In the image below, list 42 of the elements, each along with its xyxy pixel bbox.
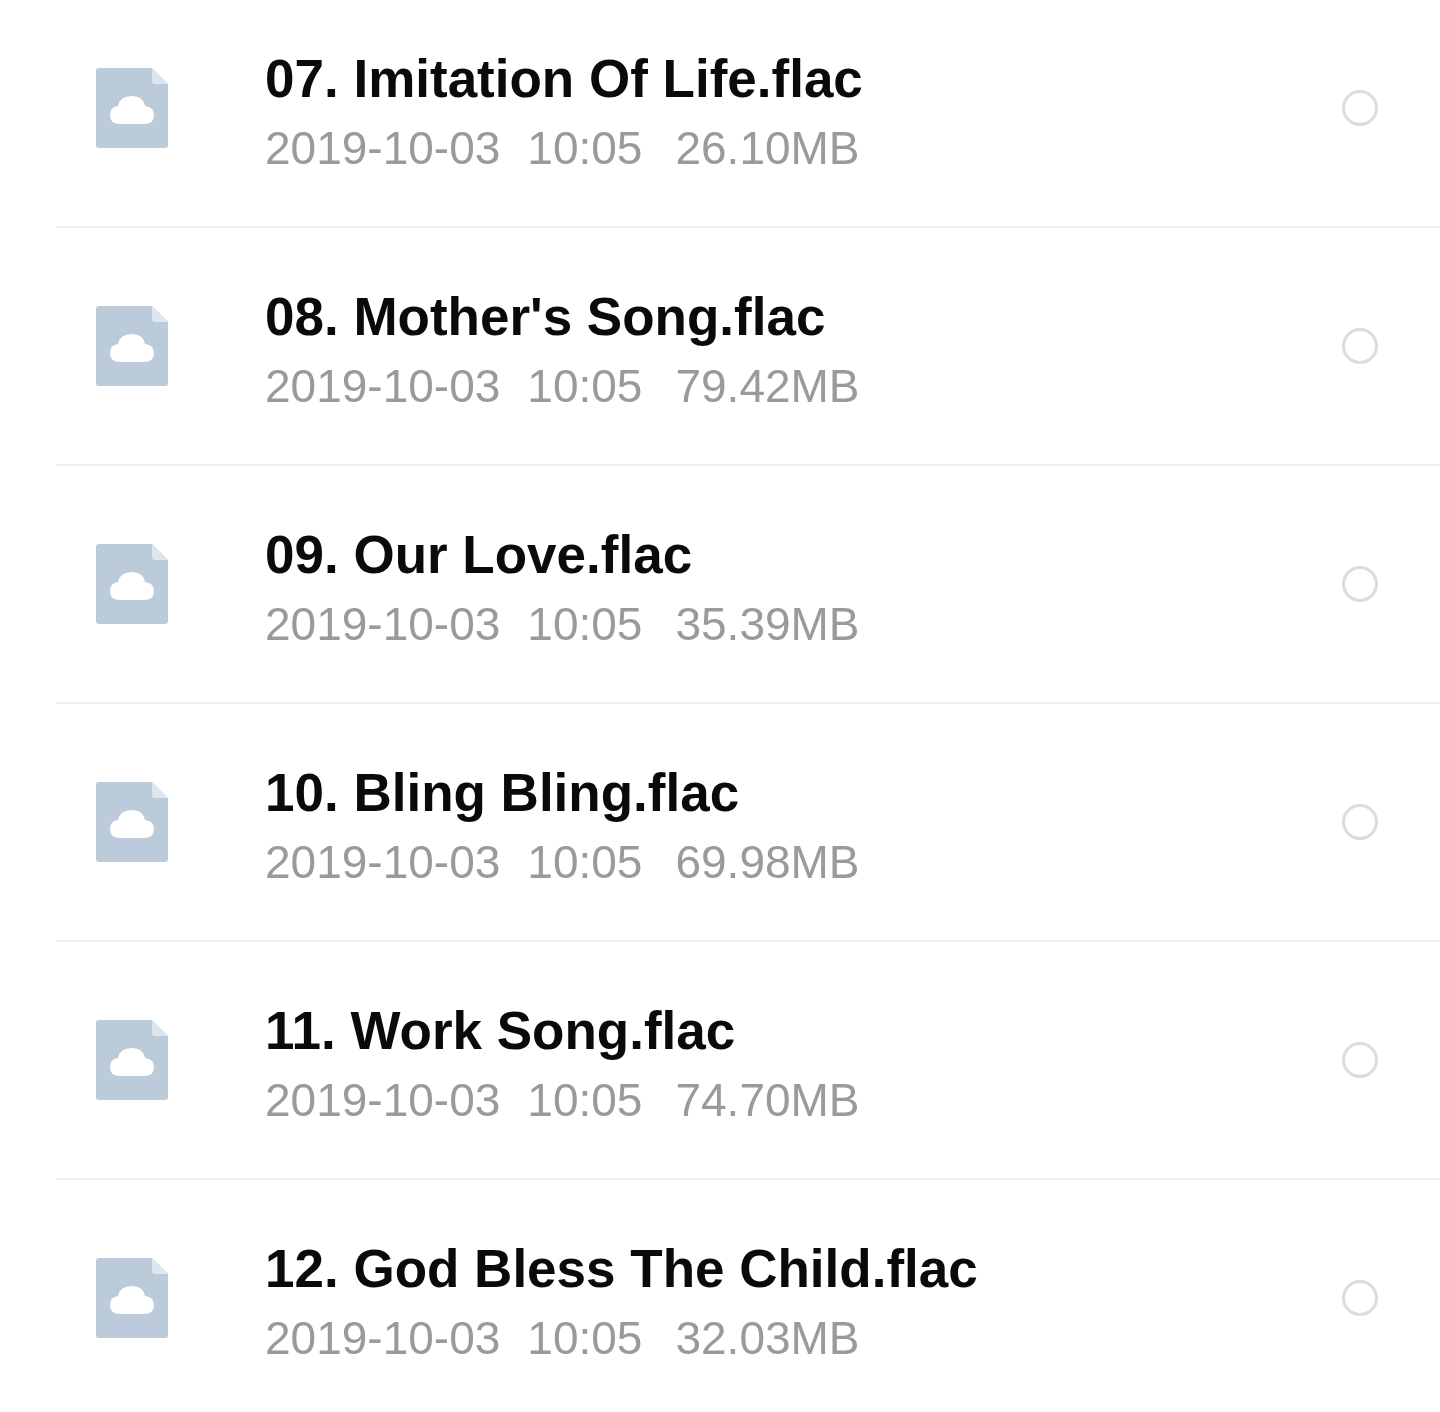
select-radio[interactable] [1342,1280,1378,1316]
file-time: 10:05 [527,361,643,411]
file-name: 10. Bling Bling.flac [265,763,741,823]
cloud-file-icon [96,1258,168,1338]
file-date: 2019-10-03 [265,837,501,887]
cloud-file-icon [96,306,168,386]
cloud-file-icon [96,68,168,148]
file-list-item[interactable]: 09. Our Love.flac 2019-10-03 10:05 35.39MB [56,466,1440,704]
file-size: 26.10MB [675,123,860,173]
file-size: 69.98MB [675,837,860,887]
file-time: 10:05 [527,123,643,173]
cloud-file-icon [96,782,168,862]
file-name: 08. Mother's Song.flac [265,287,827,347]
select-radio[interactable] [1342,328,1378,364]
select-radio[interactable] [1342,1042,1378,1078]
file-size: 32.03MB [675,1313,860,1363]
file-list-item[interactable]: 07. Imitation Of Life.flac 2019-10-03 10:05 26.10MB [56,0,1440,228]
file-list-item[interactable]: 08. Mother's Song.flac 2019-10-03 10:05 79.42MB [56,228,1440,466]
file-time: 10:05 [527,837,643,887]
file-list-item[interactable]: 12. God Bless The Child.flac 2019-10-03 10:05 32.03MB [56,1180,1440,1412]
file-date: 2019-10-03 [265,1313,501,1363]
file-name: 11. Work Song.flac [265,1001,737,1061]
file-list-item[interactable]: 11. Work Song.flac 2019-10-03 10:05 74.70MB [56,942,1440,1180]
file-time: 10:05 [527,599,643,649]
select-radio[interactable] [1342,90,1378,126]
file-date: 2019-10-03 [265,123,501,173]
select-radio[interactable] [1342,566,1378,602]
file-size: 35.39MB [675,599,860,649]
file-time: 10:05 [527,1075,643,1125]
cloud-file-icon [96,544,168,624]
select-radio[interactable] [1342,804,1378,840]
file-list-item[interactable]: 10. Bling Bling.flac 2019-10-03 10:05 69.98MB [56,704,1440,942]
file-name: 07. Imitation Of Life.flac [265,49,864,109]
file-date: 2019-10-03 [265,1075,501,1125]
file-date: 2019-10-03 [265,599,501,649]
file-name: 09. Our Love.flac [265,525,694,585]
file-size: 79.42MB [675,361,860,411]
file-time: 10:05 [527,1313,643,1363]
cloud-file-icon [96,1020,168,1100]
file-name: 12. God Bless The Child.flac [265,1239,979,1299]
file-size: 74.70MB [675,1075,860,1125]
file-date: 2019-10-03 [265,361,501,411]
